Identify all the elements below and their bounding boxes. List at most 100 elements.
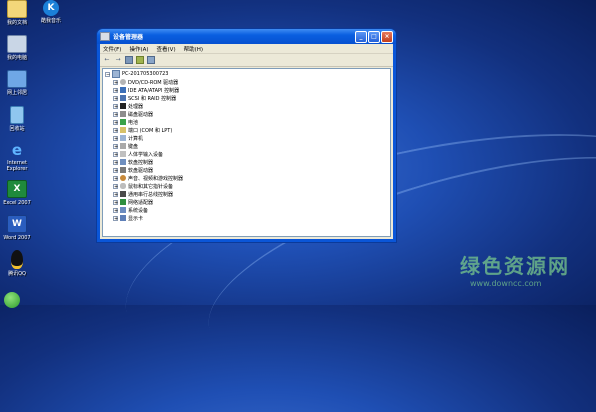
menu-view[interactable]: 查看(V) (157, 45, 176, 53)
tree-item[interactable]: + 人体学输入设备 (113, 150, 163, 158)
tree-item-label: DVD/CD-ROM 驱动器 (128, 79, 179, 86)
collapse-icon[interactable]: − (105, 71, 110, 77)
tree-item-label: 声音、视频和游戏控制器 (128, 175, 184, 182)
battery-icon (120, 119, 126, 125)
tree-item-label: 处理器 (128, 103, 144, 110)
computer-icon (120, 135, 126, 141)
tree-item-label: 网络适配器 (128, 199, 154, 206)
tree-item[interactable]: + SCSI 和 RAID 控制器 (113, 94, 176, 102)
disk-drive-icon (120, 111, 126, 117)
expand-icon[interactable]: + (113, 199, 118, 205)
tree-item-label: IDE ATA/ATAPI 控制器 (128, 87, 180, 94)
word-icon: W (7, 215, 27, 233)
tree-item[interactable]: + DVD/CD-ROM 驱动器 (113, 78, 178, 86)
tree-item-label: 人体学输入设备 (128, 151, 164, 158)
tree-item-label: 通用串行总线控制器 (128, 191, 174, 198)
expand-icon[interactable]: + (113, 95, 118, 101)
ie-icon: e (11, 141, 23, 159)
expand-icon[interactable]: + (113, 191, 118, 197)
back-icon[interactable]: ← (103, 56, 111, 64)
tree-item[interactable]: + 软盘控制器 (113, 158, 153, 166)
menu-file[interactable]: 文件(F) (103, 45, 121, 53)
keyboard-icon (120, 143, 126, 149)
desktop-icon-my-documents[interactable]: 我的文档 (0, 0, 34, 26)
desktop-icon-qq[interactable]: 腾讯QQ (0, 250, 34, 277)
tree-item-label: 显示卡 (128, 215, 144, 222)
network-adapter-icon (120, 199, 126, 205)
expand-icon[interactable]: + (113, 159, 118, 165)
maximize-button[interactable]: □ (368, 30, 380, 43)
folder-icon (7, 0, 27, 18)
desktop-icon-network[interactable]: 网上邻居 (0, 70, 34, 96)
expand-icon[interactable]: + (113, 167, 118, 173)
tree-root-label: PC-201705300723 (122, 71, 169, 77)
window-title: 设备管理器 (113, 34, 144, 41)
toolbar: ← → (100, 54, 393, 67)
kuwo-icon: K (43, 0, 59, 16)
expand-icon[interactable]: + (113, 127, 118, 133)
menu-action[interactable]: 操作(A) (129, 45, 148, 53)
tree-item[interactable]: + 系统设备 (113, 206, 148, 214)
tree-item[interactable]: + 通用串行总线控制器 (113, 190, 173, 198)
tree-item[interactable]: + 显示卡 (113, 214, 143, 222)
help-icon[interactable] (147, 56, 155, 64)
tree-item[interactable]: + 软盘驱动器 (113, 166, 153, 174)
display-adapter-icon (120, 215, 126, 221)
qq-icon (11, 250, 23, 269)
expand-icon[interactable]: + (113, 143, 118, 149)
print-icon[interactable] (136, 56, 144, 64)
processor-icon (120, 103, 126, 109)
expand-icon[interactable]: + (113, 207, 118, 213)
network-icon (7, 70, 27, 88)
mouse-icon (120, 183, 126, 189)
tree-root[interactable]: − PC-201705300723 (105, 70, 168, 78)
floppy-controller-icon (120, 159, 126, 165)
tree-item[interactable]: + IDE ATA/ATAPI 控制器 (113, 86, 179, 94)
desktop-icon-excel[interactable]: X Excel 2007 (0, 180, 34, 206)
tree-item[interactable]: + 计算机 (113, 134, 143, 142)
title-bar[interactable]: 设备管理器 _ □ × (97, 29, 396, 44)
computer-icon (7, 35, 27, 53)
green-orb-icon[interactable] (4, 292, 20, 308)
expand-icon[interactable]: + (113, 175, 118, 181)
close-button[interactable]: × (381, 30, 393, 43)
desktop-icon-my-computer[interactable]: 我的电脑 (0, 35, 34, 61)
properties-icon[interactable] (125, 56, 133, 64)
tree-item[interactable]: + 处理器 (113, 102, 143, 110)
menu-help[interactable]: 帮助(H) (184, 45, 203, 53)
tree-item[interactable]: + 磁盘驱动器 (113, 110, 153, 118)
expand-icon[interactable]: + (113, 79, 118, 85)
tree-item[interactable]: + 鼠标和其它指针设备 (113, 182, 173, 190)
expand-icon[interactable]: + (113, 119, 118, 125)
watermark-text: 绿色资源网 (460, 254, 570, 278)
expand-icon[interactable]: + (113, 151, 118, 157)
forward-icon[interactable]: → (114, 56, 122, 64)
device-manager-window[interactable]: 设备管理器 _ □ × 文件(F) 操作(A) 查看(V) 帮助(H) ← → … (97, 29, 396, 242)
tree-item[interactable]: + 键盘 (113, 142, 138, 150)
tree-item[interactable]: + 电池 (113, 118, 138, 126)
tree-item-label: SCSI 和 RAID 控制器 (128, 95, 177, 102)
expand-icon[interactable]: + (113, 111, 118, 117)
tree-item[interactable]: + 声音、视频和游戏控制器 (113, 174, 183, 182)
tree-item[interactable]: + 端口 (COM 和 LPT) (113, 126, 172, 134)
floppy-drive-icon (120, 167, 126, 173)
system-device-icon (120, 207, 126, 213)
desktop-icon-recycle-bin[interactable]: 回收站 (0, 106, 34, 132)
expand-icon[interactable]: + (113, 183, 118, 189)
computer-icon (112, 70, 120, 78)
desktop-icon-kuwo[interactable]: K 酷我音乐 (34, 0, 68, 24)
desktop-icon-ie[interactable]: e Internet Explorer (0, 142, 34, 172)
expand-icon[interactable]: + (113, 135, 118, 141)
excel-icon: X (7, 180, 27, 198)
expand-icon[interactable]: + (113, 215, 118, 221)
minimize-button[interactable]: _ (355, 30, 367, 43)
device-manager-icon (100, 32, 110, 41)
menu-bar: 文件(F) 操作(A) 查看(V) 帮助(H) (100, 44, 393, 54)
usb-icon (120, 191, 126, 197)
tree-item[interactable]: + 网络适配器 (113, 198, 153, 206)
sound-icon (120, 175, 126, 181)
desktop-icon-word[interactable]: W Word 2007 (0, 215, 34, 241)
tree-item-label: 端口 (COM 和 LPT) (128, 127, 173, 134)
expand-icon[interactable]: + (113, 87, 118, 93)
expand-icon[interactable]: + (113, 103, 118, 109)
